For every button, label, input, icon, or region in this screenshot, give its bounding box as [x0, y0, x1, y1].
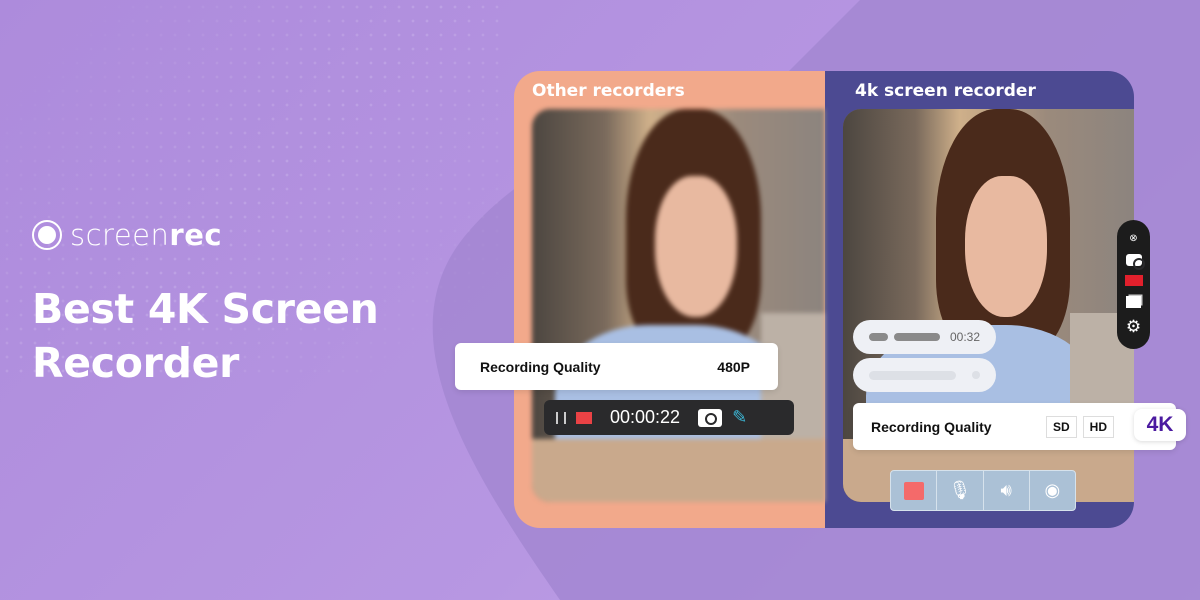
quality-box-4k: Recording Quality SD HD 4K — [853, 403, 1186, 450]
close-icon[interactable]: ⊗ — [1129, 233, 1137, 244]
brand-logo: screenrec — [32, 218, 222, 252]
pen-icon[interactable]: ✎ — [732, 407, 747, 428]
microphone-icon: 🎙︎ — [948, 480, 972, 500]
stop-icon[interactable] — [576, 411, 592, 424]
recording-timer: 00:00:22 — [610, 407, 681, 427]
gear-icon[interactable]: ⚙ — [1126, 318, 1141, 335]
brand-name-bold: rec — [169, 218, 223, 252]
video-icon[interactable] — [1124, 275, 1143, 287]
quality-option-hd[interactable]: HD — [1082, 415, 1114, 438]
brand-name-light: screen — [70, 218, 170, 252]
window-icon[interactable] — [1126, 296, 1141, 309]
quality-label: Recording Quality — [871, 418, 992, 435]
microphone-button[interactable]: 🎙︎ — [937, 471, 984, 510]
speaker-button[interactable]: 🔊︎ — [984, 471, 1030, 510]
webcam-icon: ◉ — [1044, 480, 1061, 500]
camera-icon[interactable] — [1125, 253, 1145, 270]
quality-value: 480P — [717, 358, 750, 375]
camera-icon[interactable] — [698, 408, 723, 427]
other-recorders-title: Other recorders — [532, 81, 685, 101]
headline: Best 4K Screen Recorder — [32, 285, 379, 387]
recording-toolbar-left: 00:00:22 ✎ — [544, 400, 794, 435]
audio-message-pill: 00:32 — [853, 320, 996, 354]
placeholder-pill — [853, 358, 996, 392]
quality-option-sd[interactable]: SD — [1045, 415, 1077, 438]
4k-recorder-title: 4k screen recorder — [855, 81, 1036, 101]
webcam-button[interactable]: ◉ — [1030, 471, 1075, 510]
record-icon — [903, 481, 924, 500]
comparison-card: Other recorders 4k screen recorder — [514, 71, 1134, 528]
quality-label: Recording Quality — [480, 358, 601, 375]
logo-record-icon — [32, 220, 62, 250]
recording-toolbar-right: 🎙︎ 🔊︎ ◉ — [890, 470, 1076, 511]
record-button[interactable] — [891, 471, 938, 510]
quality-box-480p: Recording Quality 480P — [455, 343, 778, 390]
speaker-icon: 🔊︎ — [1000, 480, 1012, 500]
side-toolbar: ⊗ ⚙ — [1117, 220, 1150, 349]
audio-time: 00:32 — [949, 330, 980, 344]
quality-option-4k[interactable]: 4K — [1134, 409, 1186, 441]
pause-icon[interactable] — [556, 411, 566, 424]
blurry-photo — [532, 109, 825, 502]
